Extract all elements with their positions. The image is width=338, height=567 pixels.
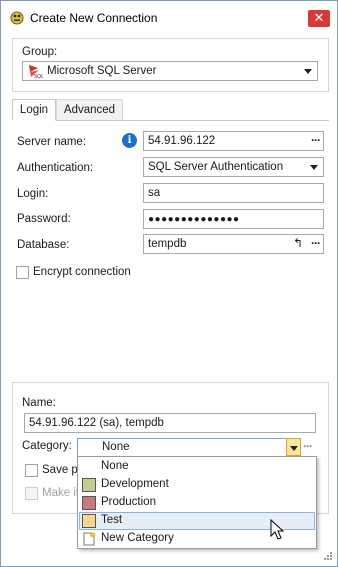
- login-value: sa: [148, 187, 161, 199]
- production-color-swatch: [82, 496, 96, 510]
- group-panel: Group: SQL Microsoft SQL Server: [12, 38, 329, 92]
- close-button[interactable]: ✕: [308, 10, 330, 27]
- encrypt-connection-checkbox[interactable]: [16, 266, 29, 279]
- close-icon: ✕: [313, 10, 325, 25]
- resize-grip-icon[interactable]: [319, 549, 333, 563]
- title-bar[interactable]: Create New Connection ✕: [1, 1, 337, 32]
- name-input[interactable]: 54.91.96.122 (sa), tempdb: [24, 413, 316, 433]
- dialog-window: Create New Connection ✕ Group: SQL Micro…: [0, 0, 338, 567]
- authentication-label: Authentication:: [17, 162, 94, 174]
- database-input[interactable]: tempdb ↰ ···: [143, 234, 324, 254]
- authentication-select[interactable]: SQL Server Authentication: [143, 157, 324, 177]
- name-value: 54.91.96.122 (sa), tempdb: [29, 417, 164, 429]
- tab-advanced-label: Advanced: [63, 104, 116, 116]
- tab-divider: [12, 120, 329, 121]
- database-label: Database:: [17, 239, 70, 251]
- app-icon: [10, 11, 24, 25]
- category-dropdown-button[interactable]: [286, 438, 301, 456]
- option-label: None: [101, 460, 129, 472]
- info-icon[interactable]: i: [122, 133, 137, 148]
- sql-server-icon: SQL: [29, 65, 43, 79]
- mouse-cursor-icon: [270, 519, 285, 540]
- password-label: Password:: [17, 213, 71, 225]
- tab-advanced[interactable]: Advanced: [56, 99, 123, 121]
- development-color-swatch: [82, 478, 96, 492]
- password-input[interactable]: ●●●●●●●●●●●●●●: [143, 209, 324, 229]
- chevron-down-icon: [310, 165, 318, 170]
- chevron-down-icon: [290, 446, 298, 451]
- make-default-label: Make it: [42, 487, 80, 499]
- authentication-value: SQL Server Authentication: [148, 161, 284, 173]
- browse-databases-button[interactable]: ···: [311, 236, 321, 250]
- group-select[interactable]: SQL Microsoft SQL Server: [22, 61, 318, 81]
- save-password-checkbox[interactable]: [25, 464, 38, 477]
- new-document-icon: [83, 532, 96, 546]
- group-value: Microsoft SQL Server: [47, 65, 157, 77]
- database-value: tempdb: [148, 238, 187, 250]
- tab-login-label: Login: [19, 104, 49, 116]
- login-input[interactable]: sa: [143, 183, 324, 203]
- server-name-label: Server name:: [17, 136, 87, 148]
- category-option-production[interactable]: Production: [79, 494, 315, 512]
- window-title: Create New Connection: [30, 11, 158, 25]
- login-label: Login:: [17, 188, 49, 200]
- option-label: Development: [101, 478, 169, 490]
- category-option-none[interactable]: None: [79, 458, 315, 476]
- option-label: Production: [101, 496, 156, 508]
- undo-icon[interactable]: ↰: [293, 236, 303, 250]
- test-color-swatch: [82, 514, 96, 528]
- server-name-value: 54.91.96.122: [148, 135, 216, 147]
- svg-text:SQL: SQL: [34, 74, 43, 79]
- chevron-down-icon: [304, 69, 312, 74]
- option-label: New Category: [101, 532, 174, 544]
- option-label: Test: [101, 514, 123, 526]
- category-value: None: [102, 441, 130, 453]
- encrypt-connection-label[interactable]: Encrypt connection: [33, 266, 131, 278]
- category-more-button[interactable]: ···: [303, 439, 313, 453]
- category-label: Category:: [22, 440, 72, 452]
- category-select[interactable]: None: [77, 438, 288, 457]
- tab-login[interactable]: Login: [12, 99, 56, 121]
- server-name-input[interactable]: 54.91.96.122 ···: [143, 131, 324, 151]
- name-label: Name:: [22, 397, 56, 409]
- password-value: ●●●●●●●●●●●●●●: [148, 214, 240, 225]
- category-option-development[interactable]: Development: [79, 476, 315, 494]
- browse-servers-button[interactable]: ···: [311, 133, 321, 147]
- make-default-checkbox[interactable]: [25, 487, 38, 500]
- group-label: Group:: [22, 46, 58, 58]
